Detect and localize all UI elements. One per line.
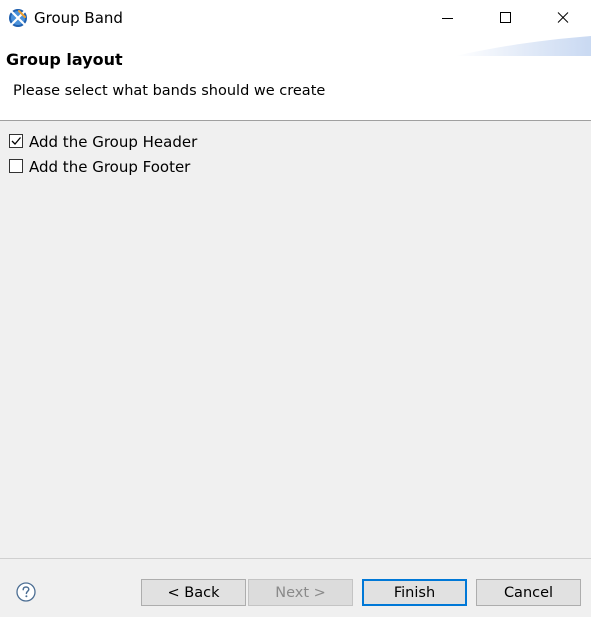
next-button[interactable]: Next > <box>248 579 353 606</box>
page-description: Please select what bands should we creat… <box>13 83 326 99</box>
maximize-button[interactable] <box>476 0 534 36</box>
minimize-button[interactable] <box>418 0 476 36</box>
window-title: Group Band <box>34 9 123 27</box>
banner-decoration-graphic <box>455 36 591 56</box>
page-title: Group layout <box>6 50 123 69</box>
group-header-checkbox[interactable] <box>9 134 23 148</box>
help-icon[interactable] <box>16 582 36 602</box>
group-footer-checkbox[interactable] <box>9 159 23 173</box>
header-separator <box>0 120 591 121</box>
group-header-label: Add the Group Header <box>29 133 198 151</box>
group-footer-label: Add the Group Footer <box>29 158 191 176</box>
eclipse-app-icon <box>8 8 28 28</box>
wizard-banner: Group layout Please select what bands sh… <box>0 36 591 120</box>
title-bar[interactable]: Group Band <box>0 0 591 36</box>
dialog-window: Group Band Group layout Please select wh… <box>0 0 591 617</box>
cancel-button[interactable]: Cancel <box>476 579 581 606</box>
finish-button[interactable]: Finish <box>362 579 467 606</box>
back-button[interactable]: < Back <box>141 579 246 606</box>
close-button[interactable] <box>534 0 591 36</box>
footer-separator <box>0 558 591 559</box>
checkmark-icon <box>11 137 21 145</box>
